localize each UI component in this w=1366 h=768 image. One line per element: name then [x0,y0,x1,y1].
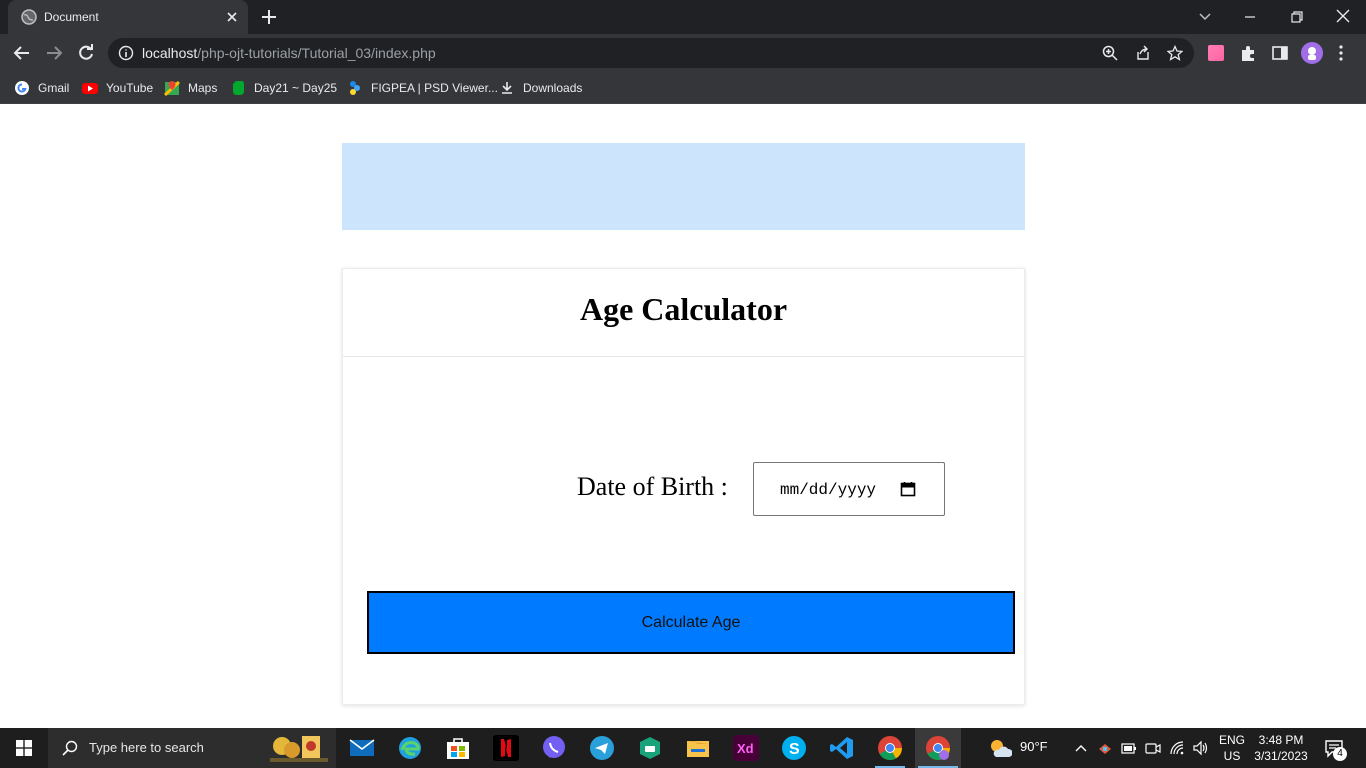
tab-document[interactable]: Document [8,0,248,34]
page-title: Age Calculator [579,291,788,327]
volume-icon[interactable] [1193,740,1209,756]
bookmarks-bar: Gmail YouTube Maps Day21 ~ Day25 FIGPEA … [0,72,1366,104]
bookmark-label: FIGPEA | PSD Viewer... [371,81,498,95]
skype-icon[interactable]: S [781,735,807,761]
clock-time: 3:48 PM [1258,733,1304,747]
close-tab-icon[interactable] [224,9,240,25]
site-info-icon[interactable] [118,45,134,61]
extensions-puzzle-icon[interactable] [1239,44,1257,62]
windows-start-icon[interactable] [16,740,32,756]
bookmark-label: Day21 ~ Day25 [254,81,338,95]
url-host: localhost [142,45,198,61]
svg-text:S: S [789,741,800,758]
profile-avatar[interactable] [1301,42,1323,64]
bookmark-label: YouTube [106,81,154,95]
header-banner [342,143,1025,230]
url-path: /php-ojt-tutorials/Tutorial_03/index.php [197,45,436,61]
search-icon [62,740,78,756]
address-bar[interactable]: localhost/php-ojt-tutorials/Tutorial_03/… [108,38,1194,68]
age-calculator-card: Age Calculator Date of Birth : mm/dd/yyy… [342,268,1025,705]
vscode-icon[interactable] [829,735,855,761]
notification-count-badge: 4 [1333,747,1347,761]
bookmark-star-icon[interactable] [1167,45,1183,61]
system-clock[interactable]: 3:48 PM 3/31/2023 [1254,732,1308,764]
globe-icon [21,9,37,25]
netflix-icon[interactable] [493,735,519,761]
meet-camera-icon[interactable] [1145,740,1161,756]
browser-tab-strip: Document [0,0,1366,34]
chrome-icon[interactable] [877,735,903,761]
language-indicator[interactable]: ENG US [1219,732,1245,764]
adobe-xd-icon[interactable]: Xd [733,735,759,761]
extension-gradient-icon[interactable] [1207,44,1225,62]
date-placeholder: mm/dd/yyyy [780,481,877,499]
card-header: Age Calculator [343,269,1024,357]
share-icon[interactable] [1135,45,1151,61]
bookmark-gmail[interactable]: Gmail [14,79,69,97]
bookmark-maps[interactable]: Maps [164,79,217,97]
profile-face-icon [1308,47,1316,60]
clock-date: 3/31/2023 [1254,749,1308,763]
weather-temperature[interactable]: 90°F [1020,739,1048,754]
bookmark-label: Maps [188,81,218,95]
bookmark-figpea[interactable]: FIGPEA | PSD Viewer... [347,79,498,97]
chrome-profile-icon[interactable] [925,735,951,761]
back-arrow-icon[interactable] [12,43,32,63]
zoom-icon[interactable] [1102,45,1118,61]
store-icon[interactable] [445,735,471,761]
region-code: US [1223,749,1241,763]
bookmark-downloads[interactable]: Downloads [499,79,582,97]
tab-search-chevron-icon[interactable] [1197,8,1213,24]
telegram-icon[interactable] [589,735,615,761]
forward-arrow-icon[interactable] [44,43,64,63]
more-menu-icon[interactable] [1338,44,1344,62]
language-code: ENG [1219,733,1246,747]
tab-title: Document [44,10,99,24]
search-highlight-illustration-icon [270,736,328,762]
evernote-icon [233,81,244,95]
bookmark-day21[interactable]: Day21 ~ Day25 [230,79,337,97]
svg-text:Xd: Xd [737,741,754,756]
search-placeholder: Type here to search [89,740,204,755]
taskbar-search-box[interactable]: Type here to search [48,728,336,768]
edge-icon[interactable] [397,735,423,761]
bookmark-youtube[interactable]: YouTube [82,79,153,97]
weather-partly-cloudy-icon[interactable] [988,737,1012,759]
side-panel-icon[interactable] [1271,44,1289,62]
youtube-icon [82,83,98,94]
new-tab-icon[interactable] [260,8,278,26]
figpea-icon [350,81,360,95]
maps-icon [164,80,180,96]
windows-taskbar: Type here to search Xd S 90°F ENG US 3:4… [0,728,1366,768]
url-text[interactable]: localhost/php-ojt-tutorials/Tutorial_03/… [142,45,436,61]
window-close-icon[interactable] [1335,8,1351,24]
viber-icon[interactable] [541,735,567,761]
reload-icon[interactable] [76,43,96,63]
google-icon [15,81,29,95]
calculate-age-button[interactable]: Calculate Age [367,591,1015,654]
wifi-icon[interactable] [1169,740,1185,756]
mail-icon[interactable] [349,735,375,761]
vpn-icon[interactable] [637,735,663,761]
show-hidden-icons-chevron-icon[interactable] [1073,740,1089,756]
page-content: Age Calculator Date of Birth : mm/dd/yyy… [0,105,1366,728]
battery-icon[interactable] [1121,740,1137,756]
bookmark-label: Downloads [523,81,583,95]
download-icon [502,82,512,94]
calendar-icon[interactable] [900,481,916,497]
tray-app-icon[interactable] [1097,740,1113,756]
dob-label: Date of Birth : [577,472,728,501]
date-of-birth-input[interactable]: mm/dd/yyyy [753,462,945,516]
bookmark-label: Gmail [38,81,70,95]
file-explorer-icon[interactable] [685,735,711,761]
restore-icon[interactable] [1289,9,1305,25]
browser-toolbar: localhost/php-ojt-tutorials/Tutorial_03/… [0,34,1366,72]
minimize-icon[interactable] [1242,9,1258,25]
